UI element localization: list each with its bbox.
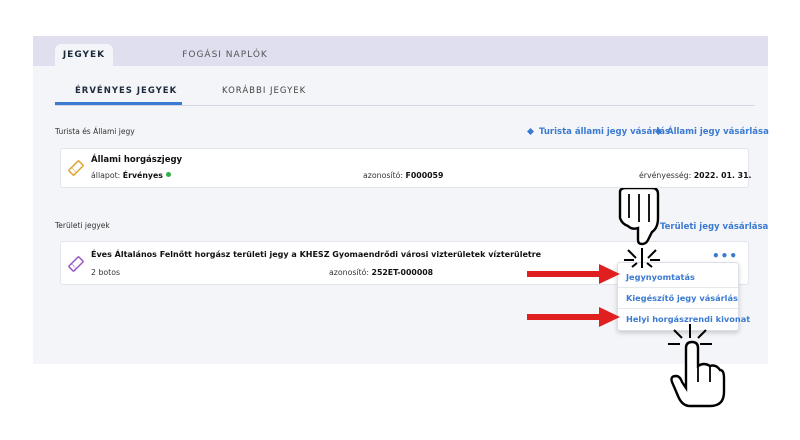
id-label: azonosító: xyxy=(363,171,404,180)
id-row: azonosító: 252ET-000008 xyxy=(329,268,433,277)
id-label: azonosító: xyxy=(329,268,370,277)
sub-tab-bar: ÉRVÉNYES JEGYEK KORÁBBI JEGYEK xyxy=(55,82,755,106)
pointing-hand-down-icon xyxy=(618,188,660,268)
status-value: Érvényes xyxy=(122,171,163,180)
tab-jegyek[interactable]: JEGYEK xyxy=(55,44,113,66)
card-title: Éves Általános Felnőtt horgász területi … xyxy=(91,250,542,259)
menu-divider xyxy=(618,308,738,309)
allami-jegy-link[interactable]: Állami jegy vásárlása xyxy=(654,127,769,137)
menu-divider xyxy=(618,287,738,288)
active-tab-underline xyxy=(55,102,182,105)
card-title: Állami horgászjegy xyxy=(91,155,183,165)
id-value: F000059 xyxy=(405,171,444,180)
validity-row: érvényesség: 2022. 01. 31. xyxy=(639,171,751,180)
top-tab-bar: JEGYEK FOGÁSI NAPLÓK xyxy=(33,36,768,66)
tab-fogasi-naplok[interactable]: FOGÁSI NAPLÓK xyxy=(170,44,280,66)
ticket-actions-menu: Jegynyomtatás Kiegészítő jegy vásárlás H… xyxy=(617,262,750,331)
status-label: állapot: xyxy=(91,171,121,180)
ticket-card-allami[interactable]: Állami horgászjegy állapot: Érvényes azo… xyxy=(60,148,751,188)
id-row: azonosító: F000059 xyxy=(363,171,443,180)
pointing-hand-up-icon xyxy=(668,324,726,408)
ticket-icon xyxy=(655,128,662,135)
rod-count: 2 botos xyxy=(91,268,121,277)
status-dot xyxy=(165,172,171,177)
ticket-gold-icon xyxy=(68,160,84,176)
turista-allami-jegy-label: Turista állami jegy vásárlás xyxy=(539,127,671,137)
id-value: 252ET-000008 xyxy=(371,268,434,277)
validity-value: 2022. 01. 31. xyxy=(693,171,752,180)
menu-item-kiegeszito[interactable]: Kiegészítő jegy vásárlás xyxy=(626,293,738,303)
tab-ervenyes-jegyek[interactable]: ÉRVÉNYES JEGYEK xyxy=(75,86,177,96)
menu-item-jegynyomtatas[interactable]: Jegynyomtatás xyxy=(626,272,695,282)
status-row: állapot: Érvényes xyxy=(91,171,171,180)
red-arrow-icon xyxy=(527,264,620,284)
validity-label: érvényesség: xyxy=(639,171,692,180)
red-arrow-icon xyxy=(527,307,620,327)
ticket-icon xyxy=(527,128,534,135)
tab-korabbi-jegyek[interactable]: KORÁBBI JEGYEK xyxy=(222,86,306,96)
more-options-button[interactable]: ••• xyxy=(712,249,738,263)
section-label-teruleti: Területi jegyek xyxy=(55,221,110,230)
section-label-turista: Turista és Állami jegy xyxy=(55,127,135,136)
turista-allami-jegy-link[interactable]: Turista állami jegy vásárlás xyxy=(526,127,670,137)
allami-jegy-label: Állami jegy vásárlása xyxy=(667,127,769,137)
ticket-purple-icon xyxy=(68,256,84,272)
